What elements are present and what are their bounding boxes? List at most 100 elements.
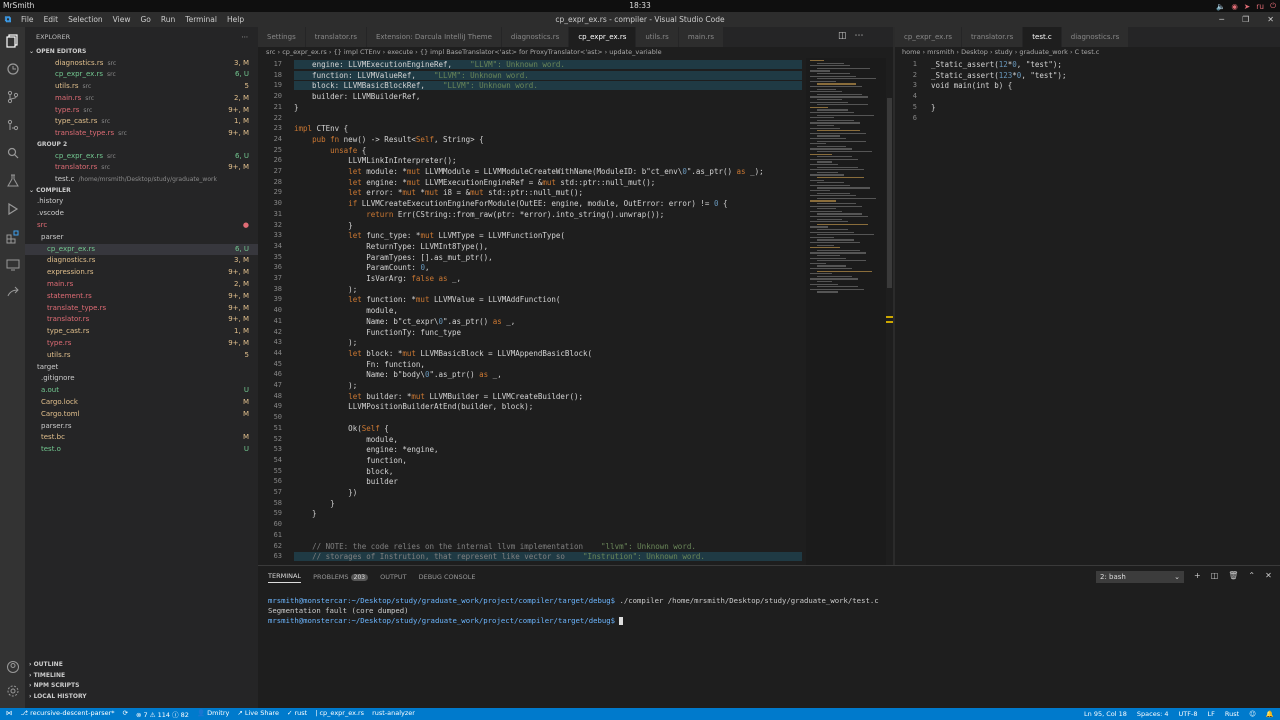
tab-translator-rs[interactable]: translator.rs: [962, 27, 1024, 47]
menu-run[interactable]: Run: [156, 15, 180, 24]
menu-go[interactable]: Go: [135, 15, 155, 24]
tab-test-c[interactable]: test.c: [1023, 27, 1062, 47]
remote-explorer-icon[interactable]: [0, 251, 25, 279]
search-icon[interactable]: [0, 139, 25, 167]
tab-extension-darcula-intellij-theme[interactable]: Extension: Darcula IntelliJ Theme: [366, 27, 502, 47]
tab-utils-rs[interactable]: utils.rs: [636, 27, 679, 47]
menu-selection[interactable]: Selection: [63, 15, 108, 24]
sync-icon[interactable]: ⟳: [123, 709, 128, 719]
user-indicator[interactable]: 👤 Dmitry: [197, 709, 229, 719]
menu-view[interactable]: View: [108, 15, 136, 24]
tab-terminal[interactable]: TERMINAL: [268, 572, 302, 583]
tab-cp-expr-ex-rs[interactable]: cp_expr_ex.rs: [895, 27, 963, 47]
tab-problems[interactable]: PROBLEMS 203: [313, 573, 369, 581]
list-item[interactable]: parser.rs: [25, 421, 258, 433]
lang-indicator[interactable]: ru: [1256, 2, 1264, 11]
timeline-panel[interactable]: › TIMELINE: [25, 671, 258, 682]
tab-diagnostics-rs[interactable]: diagnostics.rs: [1061, 27, 1130, 47]
compiler-folder-header[interactable]: ⌄ COMPILER: [25, 186, 258, 197]
list-item[interactable]: parser: [25, 232, 258, 244]
list-item[interactable]: main.rs 2, M: [25, 279, 258, 291]
testing-icon[interactable]: [0, 167, 25, 195]
rust-analyzer-status[interactable]: rust-analyzer: [372, 709, 415, 719]
minimize-icon[interactable]: ─: [1219, 15, 1224, 24]
list-item[interactable]: .history: [25, 196, 258, 208]
breadcrumb-left[interactable]: src › cp_expr_ex.rs › {} impl CTEnv › ex…: [258, 47, 893, 58]
group2-header[interactable]: GROUP 2: [25, 140, 258, 151]
editor-scrollbar[interactable]: [886, 58, 893, 565]
list-item[interactable]: test.o U: [25, 444, 258, 456]
power-icon[interactable]: ⏻: [1270, 1, 1276, 11]
settings-gear-icon[interactable]: [0, 677, 25, 705]
list-item[interactable]: type.rs src 9+, M: [25, 105, 258, 117]
open-editors-header[interactable]: ⌄ OPEN EDITORS: [25, 47, 258, 58]
extensions-icon[interactable]: [0, 223, 25, 251]
indentation[interactable]: Spaces: 4: [1137, 710, 1169, 718]
notifications-icon[interactable]: 🔔: [1266, 710, 1274, 718]
explorer-icon[interactable]: [0, 27, 25, 55]
tab-cp-expr-ex-rs[interactable]: cp_expr_ex.rs: [569, 27, 637, 47]
live-share-button[interactable]: ↗ Live Share: [237, 709, 279, 719]
tab-settings[interactable]: Settings: [258, 27, 306, 47]
list-item[interactable]: translate_type.rs src 9+, M: [25, 128, 258, 140]
split-editor-icon[interactable]: ◫: [838, 31, 847, 41]
live-share-icon[interactable]: [0, 279, 25, 307]
telegram-icon[interactable]: ➤: [1244, 2, 1250, 11]
new-terminal-icon[interactable]: +: [1194, 571, 1201, 580]
list-item[interactable]: utils.rs 5: [25, 350, 258, 362]
menu-help[interactable]: Help: [222, 15, 249, 24]
line-ending[interactable]: LF: [1207, 710, 1214, 718]
encoding[interactable]: UTF-8: [1179, 710, 1198, 718]
close-panel-icon[interactable]: ✕: [1265, 571, 1272, 580]
cursor-position[interactable]: Ln 95, Col 18: [1084, 710, 1127, 718]
list-item[interactable]: diagnostics.rs src 3, M: [25, 58, 258, 70]
list-item[interactable]: type_cast.rs 1, M: [25, 326, 258, 338]
terminal-line[interactable]: mrsmith@monstercar:~/Desktop/study/gradu…: [268, 616, 624, 625]
list-item[interactable]: test.c/home/mrsmith/Desktop/study/gradua…: [25, 174, 258, 186]
maximize-icon[interactable]: ❐: [1242, 15, 1249, 24]
list-item[interactable]: Cargo.toml M: [25, 409, 258, 421]
close-icon[interactable]: ✕: [1267, 15, 1274, 24]
branch-indicator[interactable]: ⎇ recursive-descent-parser*: [21, 709, 115, 719]
menu-terminal[interactable]: Terminal: [180, 15, 222, 24]
list-item[interactable]: main.rs src 2, M: [25, 93, 258, 105]
tab-translator-rs[interactable]: translator.rs: [305, 27, 367, 47]
network-icon[interactable]: ◉: [1231, 2, 1238, 11]
list-item[interactable]: expression.rs 9+, M: [25, 267, 258, 279]
list-item[interactable]: cp_expr_ex.rs 6, U: [25, 243, 258, 256]
tab-main-rs[interactable]: main.rs: [678, 27, 725, 47]
tab-debug-console[interactable]: DEBUG CONSOLE: [419, 573, 476, 581]
minimap[interactable]: [806, 58, 886, 565]
list-item[interactable]: .gitignore: [25, 373, 258, 385]
menu-edit[interactable]: Edit: [39, 15, 64, 24]
list-item[interactable]: .vscode: [25, 208, 258, 220]
list-item[interactable]: translate_type.rs 9+, M: [25, 303, 258, 315]
list-item[interactable]: src ●: [25, 220, 258, 232]
list-item[interactable]: cp_expr_ex.rs src 6, U: [25, 151, 258, 163]
tab-diagnostics-rs[interactable]: diagnostics.rs: [501, 27, 570, 47]
list-item[interactable]: type_cast.rs src 1, M: [25, 116, 258, 128]
list-item[interactable]: diagnostics.rs 3, M: [25, 255, 258, 267]
git-graph-icon[interactable]: [0, 111, 25, 139]
more-actions-icon[interactable]: ⋯: [242, 27, 249, 47]
list-item[interactable]: test.bc M: [25, 432, 258, 444]
local-history-panel[interactable]: › LOCAL HISTORY: [25, 692, 258, 703]
menu-file[interactable]: File: [16, 15, 39, 24]
feedback-icon[interactable]: ☺: [1249, 710, 1256, 718]
list-item[interactable]: type.rs 9+, M: [25, 338, 258, 350]
kill-terminal-icon[interactable]: 🗑: [1228, 571, 1238, 580]
terminal-shell-select[interactable]: 2: bash ⌄: [1096, 571, 1184, 583]
list-item[interactable]: a.out U: [25, 385, 258, 397]
list-item[interactable]: cp_expr_ex.rs src 6, U: [25, 69, 258, 81]
split-terminal-icon[interactable]: ◫: [1211, 571, 1219, 580]
maximize-panel-icon[interactable]: ⌃: [1248, 571, 1255, 580]
run-debug-icon[interactable]: [0, 195, 25, 223]
source-control-icon[interactable]: [0, 83, 25, 111]
list-item[interactable]: Cargo.lock M: [25, 397, 258, 409]
outline-panel[interactable]: › OUTLINE: [25, 660, 258, 671]
list-item[interactable]: statement.rs 9+, M: [25, 291, 258, 303]
current-file-status[interactable]: | cp_expr_ex.rs: [315, 709, 364, 719]
problems-indicator[interactable]: ⊗ 7 ⚠ 114 ⓘ 82: [136, 709, 189, 719]
list-item[interactable]: translator.rs 9+, M: [25, 314, 258, 326]
list-item[interactable]: translator.rs src 9+, M: [25, 162, 258, 174]
